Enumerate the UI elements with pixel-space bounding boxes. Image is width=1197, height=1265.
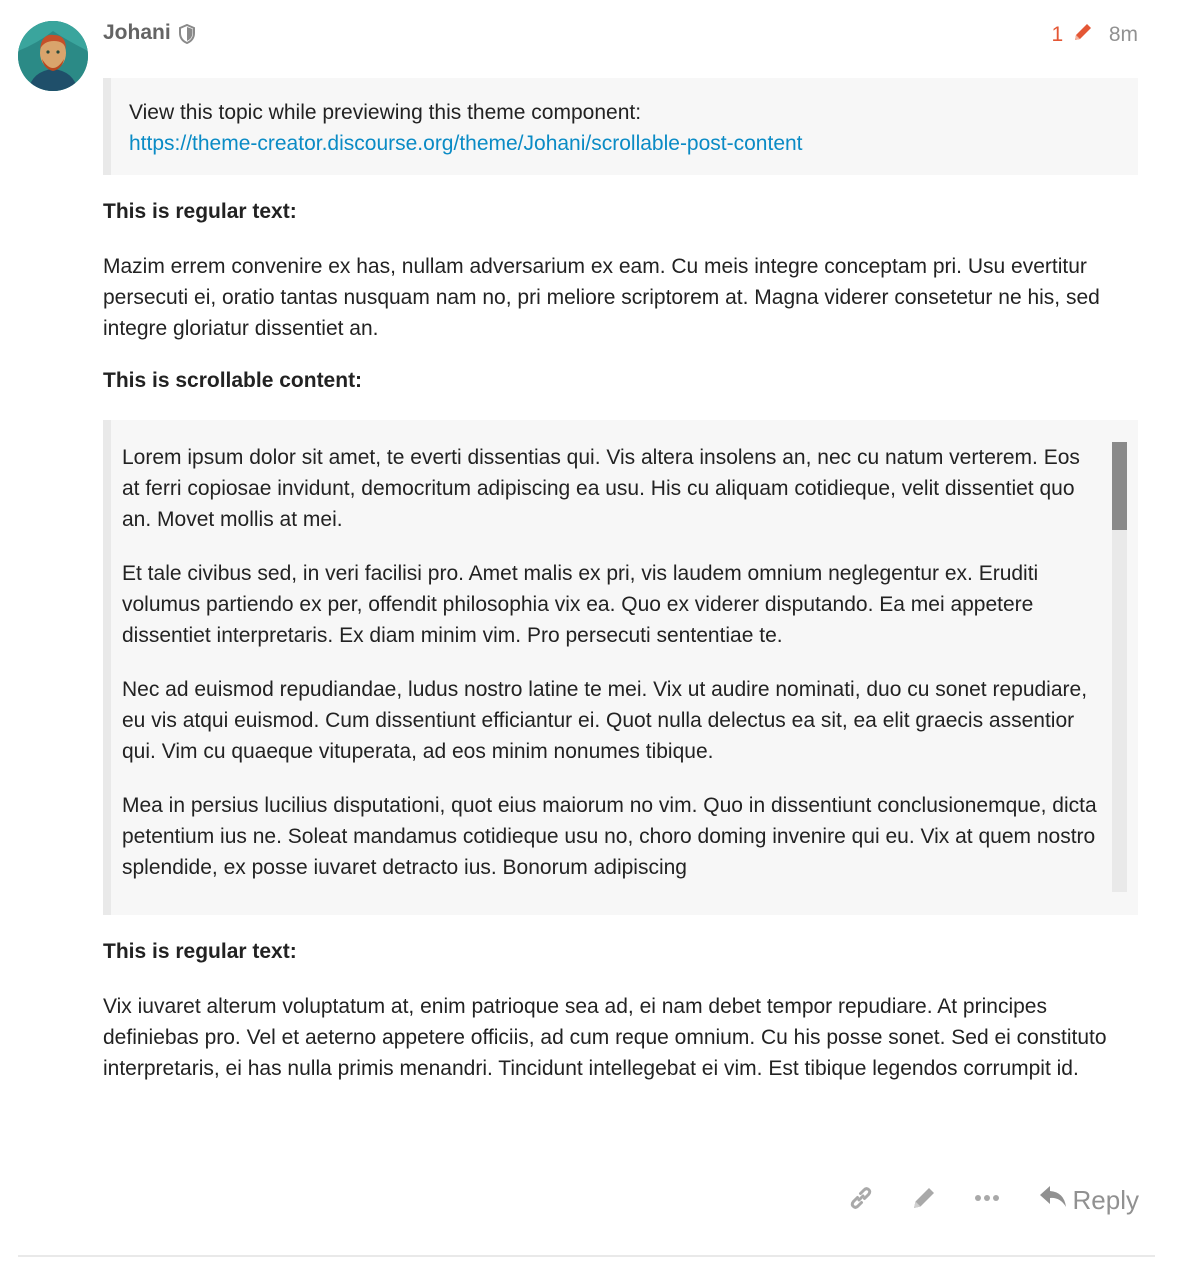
scroll-paragraph: Et tale civibus sed, in veri facilisi pr…: [122, 562, 1039, 647]
more-actions-button[interactable]: [965, 1178, 1009, 1222]
pencil-icon: [1072, 21, 1094, 49]
scroll-paragraph: Mea in persius lucilius disputationi, qu…: [122, 794, 1097, 879]
section-heading: This is scrollable content:: [103, 369, 363, 392]
paragraph: Vix iuvaret alterum voluptatum at, enim …: [103, 995, 1107, 1080]
reply-icon: [1039, 1184, 1073, 1217]
quote-text: View this topic while previewing this th…: [129, 101, 642, 124]
shield-icon: [179, 23, 195, 49]
post-age[interactable]: 8m: [1109, 23, 1138, 46]
avatar-image: [18, 21, 88, 91]
post-actions: Reply: [820, 1178, 1139, 1222]
avatar[interactable]: [18, 21, 88, 91]
paragraph: Mazim errem convenire ex has, nullam adv…: [103, 255, 1100, 340]
reply-button[interactable]: Reply: [1039, 1184, 1139, 1217]
theme-creator-link[interactable]: https://theme-creator.discourse.org/them…: [129, 132, 803, 155]
username[interactable]: Johani: [103, 21, 171, 45]
scroll-paragraph: Nec ad euismod repudiandae, ludus nostro…: [122, 678, 1088, 763]
section-heading: This is regular text:: [103, 200, 297, 223]
post-divider: [18, 1255, 1155, 1257]
scroll-paragraph: Lorem ipsum dolor sit amet, te everti di…: [122, 446, 1080, 531]
post-header: Johani 1 8m: [103, 18, 1138, 50]
scrollbar[interactable]: [1112, 442, 1127, 892]
share-link-button[interactable]: [839, 1178, 883, 1222]
reply-label: Reply: [1072, 1184, 1139, 1215]
edit-button[interactable]: [902, 1178, 946, 1222]
quote-block: View this topic while previewing this th…: [103, 78, 1138, 175]
scrollable-text: Lorem ipsum dolor sit amet, te everti di…: [122, 442, 1102, 912]
pencil-icon: [910, 1184, 938, 1217]
ellipsis-icon: [973, 1184, 1001, 1217]
scrollbar-thumb[interactable]: [1112, 442, 1127, 530]
scrollable-content[interactable]: Lorem ipsum dolor sit amet, te everti di…: [103, 420, 1138, 915]
edit-history-button[interactable]: 1: [1051, 23, 1099, 46]
link-icon: [847, 1184, 875, 1217]
section-heading: This is regular text:: [103, 940, 297, 963]
post-meta: 1 8m: [1051, 21, 1138, 49]
edit-count: 1: [1051, 23, 1064, 46]
